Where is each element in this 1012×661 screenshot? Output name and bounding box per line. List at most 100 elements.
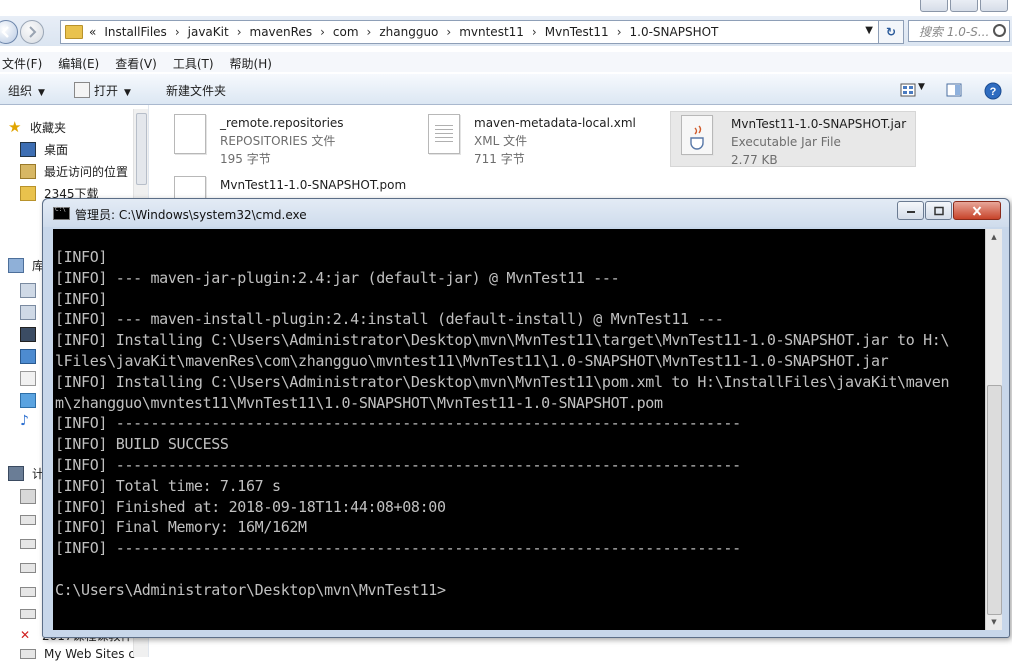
file-item-selected[interactable]: MvnTest11-1.0-SNAPSHOT.jar Executable Ja… <box>670 111 916 167</box>
preview-pane-icon <box>946 83 962 97</box>
breadcrumb-separator-icon[interactable]: › <box>320 25 325 39</box>
scrollbar-thumb[interactable] <box>136 113 147 185</box>
menu-file[interactable]: 文件(F) <box>2 52 42 72</box>
nav-recent[interactable]: 最近访问的位置 <box>20 163 128 180</box>
explorer-maximize-button[interactable] <box>950 0 978 12</box>
nav-network-drive[interactable]: My Web Sites c <box>20 647 135 661</box>
file-size: 711 字节 <box>474 152 525 166</box>
search-icon <box>993 24 1006 37</box>
nav-drive[interactable] <box>20 587 44 597</box>
console-output[interactable]: [INFO] [INFO] --- maven-jar-plugin:2.4:ja… <box>53 229 985 630</box>
breadcrumb-item[interactable]: InstallFiles <box>104 25 166 39</box>
address-box[interactable]: « InstallFiles › javaKit › mavenRes › com › … <box>60 20 880 44</box>
scrollbar-thumb[interactable] <box>987 385 1002 615</box>
nav-library-item[interactable] <box>20 283 44 298</box>
nav-desktop[interactable]: 桌面 <box>20 141 68 158</box>
nav-favorites[interactable]: ★ 收藏夹 <box>8 119 66 136</box>
cmd-window[interactable]: 管理员: C:\Windows\system32\cmd.exe [INFO] [… <box>42 198 1010 638</box>
cmd-titlebar[interactable]: 管理员: C:\Windows\system32\cmd.exe <box>43 199 1009 227</box>
breadcrumb-separator-icon[interactable]: › <box>175 25 180 39</box>
cmd-app-icon[interactable] <box>53 206 70 220</box>
console-line: [INFO] <box>55 289 108 308</box>
library-icon <box>8 258 24 273</box>
close-button[interactable] <box>953 201 1001 220</box>
view-options-button[interactable] <box>900 82 916 98</box>
refresh-button[interactable]: ↻ <box>878 20 904 44</box>
nav-library-item[interactable]: ♪ <box>20 414 42 428</box>
search-input[interactable]: 搜索 1.0-S... <box>908 20 1010 42</box>
svg-text:?: ? <box>990 86 997 98</box>
console-line: [INFO] Installing C:\Users\Administrator… <box>55 372 950 391</box>
breadcrumb-item[interactable]: com <box>333 25 359 39</box>
breadcrumb-separator-icon[interactable]: › <box>532 25 537 39</box>
file-item[interactable]: maven-metadata-local.xml XML 文件 711 字节 <box>428 114 636 168</box>
chevron-down-icon: ▼ <box>124 88 131 98</box>
console-prompt[interactable]: C:\Users\Administrator\Desktop\mvn\MvnTe… <box>55 580 985 601</box>
back-button[interactable] <box>0 20 18 44</box>
chevron-down-icon: ▼ <box>38 88 45 98</box>
back-arrow-icon <box>1 26 9 38</box>
explorer-minimize-button[interactable] <box>920 0 948 12</box>
breadcrumb-overflow[interactable]: « <box>89 25 96 39</box>
breadcrumb-item[interactable]: MvnTest11 <box>545 25 609 39</box>
breadcrumb: InstallFiles › javaKit › mavenRes › com › zh… <box>104 25 718 39</box>
breadcrumb-item[interactable]: 1.0-SNAPSHOT <box>630 25 719 39</box>
view-dropdown-icon[interactable]: ▼ <box>918 82 925 92</box>
menu-edit[interactable]: 编辑(E) <box>58 52 99 72</box>
computer-icon <box>8 466 24 481</box>
help-button[interactable]: ? <box>984 82 1002 100</box>
open-button[interactable]: 打开 ▼ <box>74 82 131 99</box>
nav-drive[interactable] <box>20 563 44 573</box>
explorer-close-button[interactable] <box>980 0 1008 12</box>
nav-library-item[interactable] <box>20 371 44 386</box>
console-line: [INFO] Finished at: 2018-09-18T11:44:08+… <box>55 497 446 516</box>
search-placeholder: 搜索 1.0-S... <box>919 25 990 39</box>
preview-pane-button[interactable] <box>946 82 962 98</box>
jar-file-icon <box>681 115 713 155</box>
nav-computer[interactable]: 计 <box>8 465 44 482</box>
view-icon <box>900 83 916 97</box>
nav-drive[interactable] <box>20 539 44 549</box>
nav-drive[interactable] <box>20 609 44 619</box>
file-size: 195 字节 <box>220 152 271 166</box>
menu-tools[interactable]: 工具(T) <box>173 52 214 72</box>
breadcrumb-item[interactable]: mavenRes <box>250 25 313 39</box>
address-dropdown-icon[interactable]: ▼ <box>865 25 873 36</box>
nav-library-item[interactable] <box>20 393 44 408</box>
minimize-button[interactable] <box>897 201 924 220</box>
open-label: 打开 <box>94 84 119 98</box>
breadcrumb-item[interactable]: mvntest11 <box>459 25 524 39</box>
breadcrumb-item[interactable]: javaKit <box>188 25 229 39</box>
menu-help[interactable]: 帮助(H) <box>230 52 272 72</box>
organize-button[interactable]: 组织 ▼ <box>8 82 45 99</box>
console-line: [INFO] BUILD SUCCESS <box>55 435 229 454</box>
nav-library-item[interactable] <box>20 305 44 320</box>
file-item[interactable]: _remote.repositories REPOSITORIES 文件 195… <box>174 114 344 168</box>
breadcrumb-separator-icon[interactable]: › <box>446 25 451 39</box>
console-line: [INFO] Final Memory: 16M/162M <box>55 518 307 537</box>
cmd-scrollbar[interactable]: ▲ ▼ <box>985 229 1002 630</box>
nav-library-item[interactable] <box>20 349 44 364</box>
scroll-down-icon[interactable]: ▼ <box>986 614 1002 630</box>
nav-libraries[interactable]: 库 <box>8 257 44 274</box>
maximize-button[interactable] <box>925 201 952 220</box>
file-icon <box>174 114 206 154</box>
nav-library-item[interactable] <box>20 327 44 342</box>
scroll-up-icon[interactable]: ▲ <box>986 229 1002 245</box>
console-line: [INFO] <box>55 248 108 266</box>
pictures-icon <box>20 349 36 364</box>
menu-view[interactable]: 查看(V) <box>115 52 157 72</box>
open-icon <box>74 82 90 98</box>
console-line: [INFO] ---------------------------------… <box>55 414 741 433</box>
breadcrumb-item[interactable]: zhangguo <box>379 25 438 39</box>
breadcrumb-separator-icon[interactable]: › <box>367 25 372 39</box>
nav-drive[interactable] <box>20 515 44 525</box>
forward-button[interactable] <box>20 20 44 44</box>
console-line: [INFO] Installing C:\Users\Administrator… <box>55 331 950 350</box>
breadcrumb-separator-icon[interactable]: › <box>617 25 622 39</box>
breadcrumb-separator-icon[interactable]: › <box>237 25 242 39</box>
new-folder-button[interactable]: 新建文件夹 <box>166 82 226 99</box>
nav-drive[interactable] <box>20 489 44 504</box>
command-bar: 组织 ▼ 打开 ▼ 新建文件夹 ▼ ? <box>0 74 1012 105</box>
